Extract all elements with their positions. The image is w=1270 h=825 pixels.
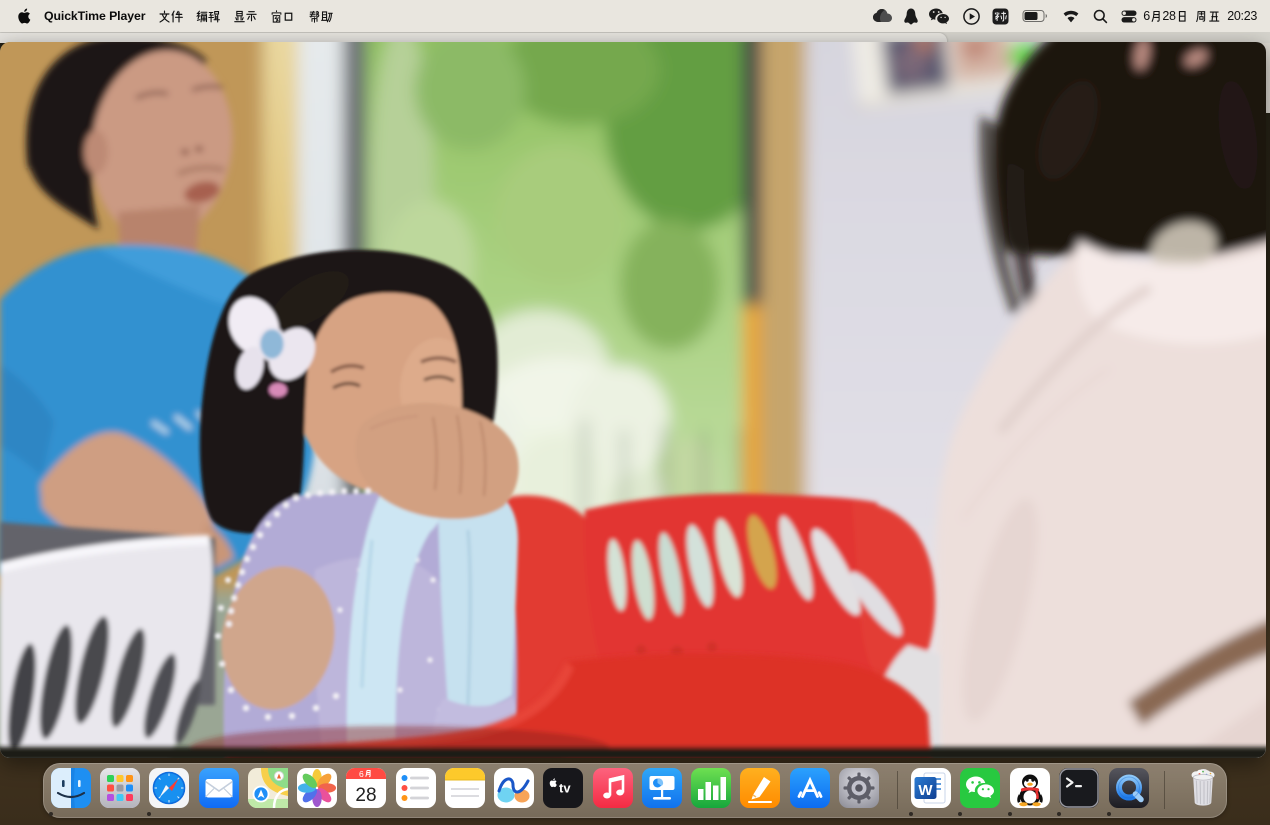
- svg-text:28: 28: [355, 785, 376, 806]
- svg-text:tv: tv: [559, 781, 571, 796]
- svg-text:W: W: [918, 782, 933, 799]
- svg-text:6: 6: [359, 769, 364, 779]
